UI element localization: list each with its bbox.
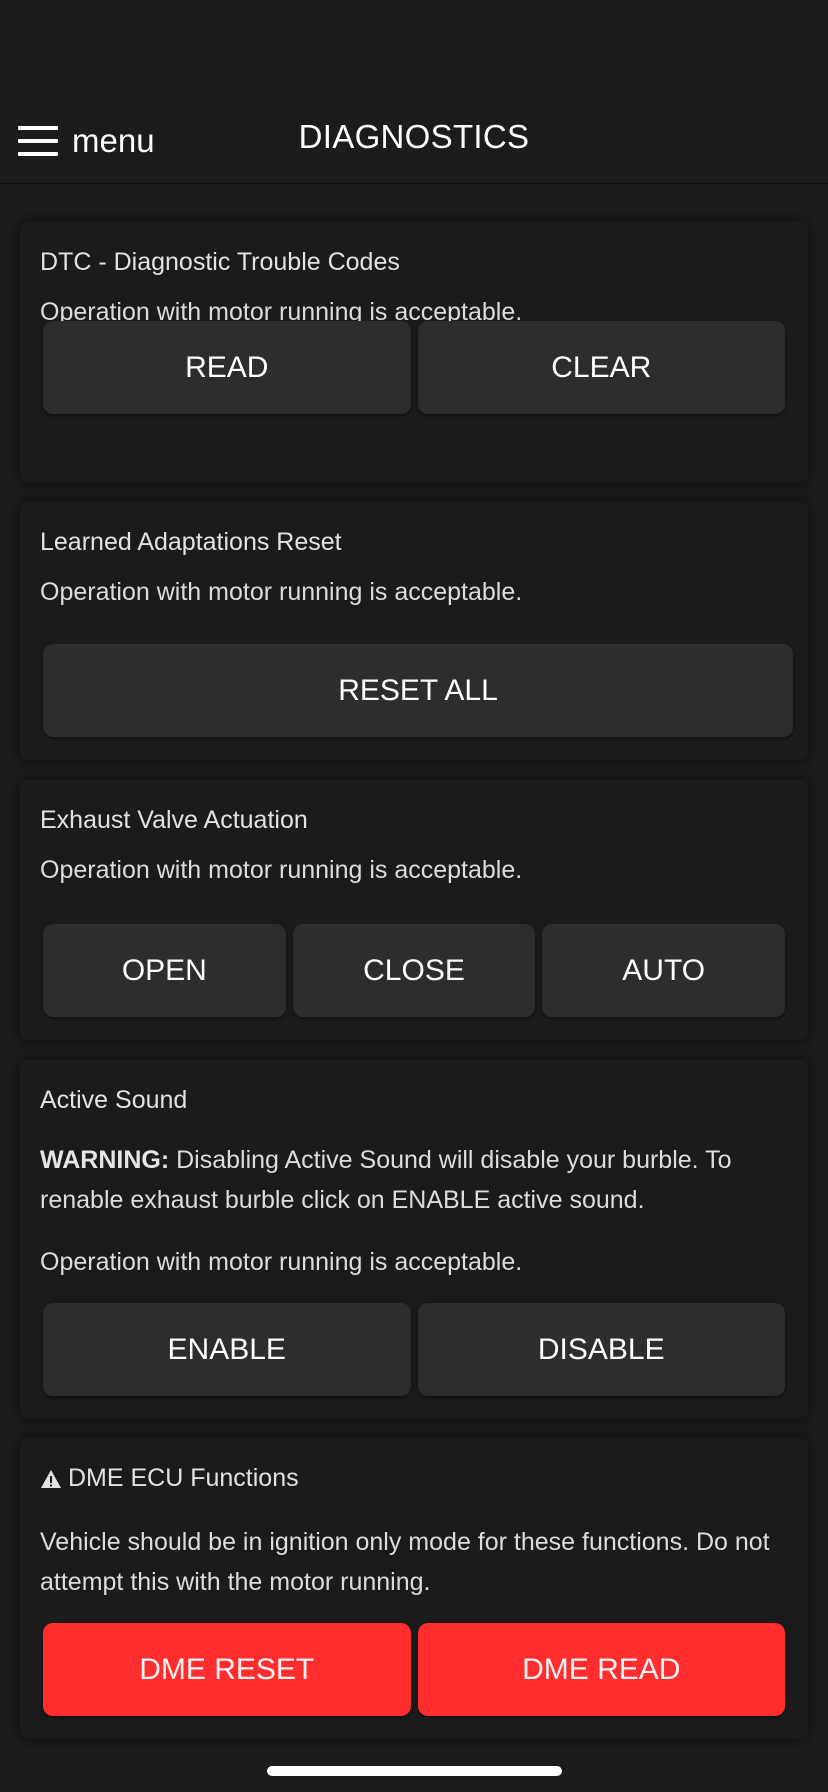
page-title: DIAGNOSTICS: [0, 118, 828, 156]
sound-enable-button[interactable]: ENABLE: [43, 1303, 411, 1396]
card-title: DTC - Diagnostic Trouble Codes: [40, 248, 400, 276]
warning-triangle-icon: [41, 1469, 61, 1488]
adaptations-card: Learned Adaptations Reset Operation with…: [20, 502, 808, 760]
dme-read-button[interactable]: DME READ: [417, 1623, 785, 1716]
card-title: Learned Adaptations Reset: [40, 528, 342, 556]
dme-reset-button[interactable]: DME RESET: [43, 1623, 411, 1716]
dtc-clear-button[interactable]: CLEAR: [417, 321, 785, 414]
card-title: Active Sound: [40, 1086, 188, 1114]
valve-auto-button[interactable]: AUTO: [542, 924, 786, 1017]
warning-text: WARNING: Disabling Active Sound will dis…: [40, 1140, 768, 1220]
warning-label: WARNING:: [40, 1146, 170, 1174]
card-title: Exhaust Valve Actuation: [40, 806, 308, 834]
card-note: Operation with motor running is acceptab…: [40, 856, 523, 884]
dtc-card: DTC - Diagnostic Trouble Codes Operation…: [20, 222, 808, 482]
valve-open-button[interactable]: OPEN: [43, 924, 286, 1017]
dme-ecu-card: DME ECU Functions Vehicle should be in i…: [20, 1438, 808, 1738]
card-note: Operation with motor running is acceptab…: [40, 578, 523, 606]
sound-disable-button[interactable]: DISABLE: [417, 1303, 785, 1396]
card-title: DME ECU Functions: [40, 1464, 299, 1493]
dtc-read-button[interactable]: READ: [43, 321, 411, 414]
app-header: menu DIAGNOSTICS: [0, 0, 828, 184]
page-title-text: DIAGNOSTICS: [298, 118, 530, 155]
card-note: Operation with motor running is acceptab…: [40, 1248, 523, 1276]
card-title-text: DME ECU Functions: [68, 1464, 299, 1492]
exhaust-valve-card: Exhaust Valve Actuation Operation with m…: [20, 780, 808, 1040]
active-sound-card: Active Sound WARNING: Disabling Active S…: [20, 1060, 808, 1418]
home-indicator: [267, 1766, 562, 1776]
card-note: Vehicle should be in ignition only mode …: [40, 1528, 770, 1596]
reset-all-button[interactable]: RESET ALL: [43, 644, 793, 737]
valve-close-button[interactable]: CLOSE: [292, 924, 536, 1017]
